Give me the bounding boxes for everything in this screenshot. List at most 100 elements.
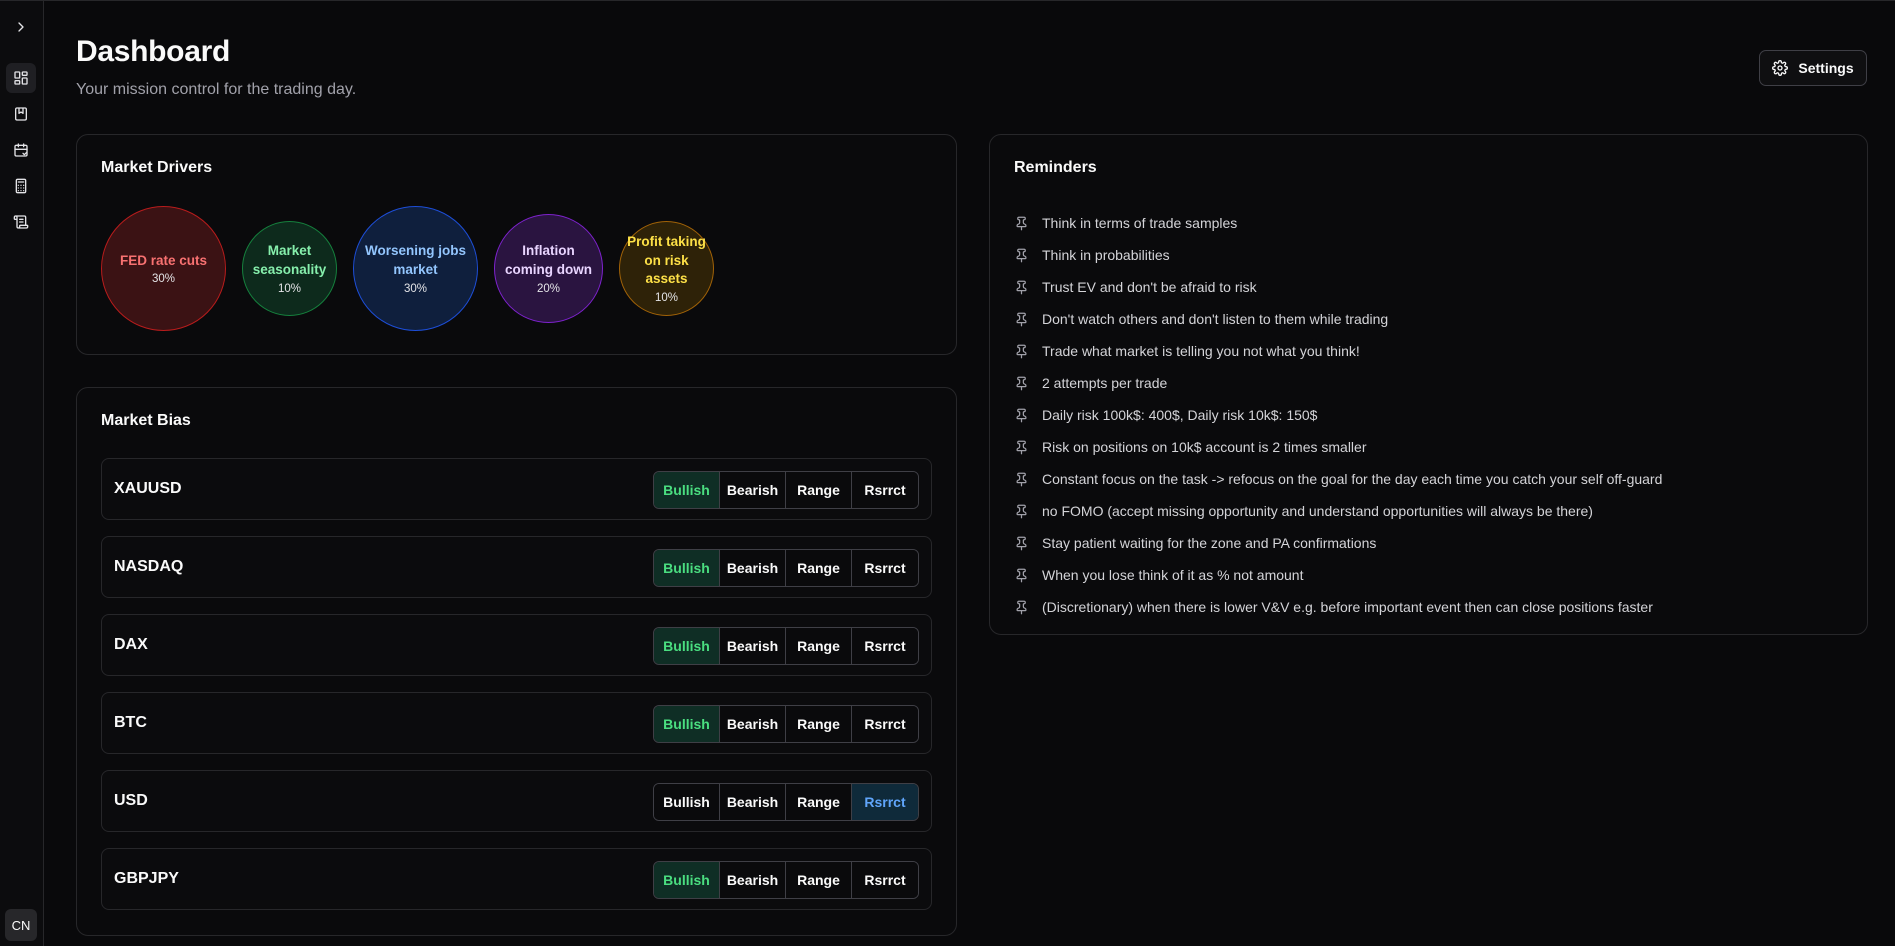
settings-button[interactable]: Settings: [1759, 50, 1867, 86]
reminder-text: 2 attempts per trade: [1042, 375, 1168, 391]
sidebar-item-calculator[interactable]: [6, 171, 36, 201]
bias-row: USD Bullish Bearish Range Rsrrct: [101, 770, 932, 832]
bias-option-bearish[interactable]: Bearish: [720, 784, 786, 820]
reminder-text: Daily risk 100k$: 400$, Daily risk 10k$:…: [1042, 407, 1318, 423]
gear-icon: [1772, 60, 1789, 76]
bias-toggle-group: Bullish Bearish Range Rsrrct: [653, 705, 919, 743]
bias-option-bullish[interactable]: Bullish: [654, 784, 720, 820]
reminders-card: Reminders Think in terms of trade sample…: [989, 134, 1868, 635]
bias-toggle-group: Bullish Bearish Range Rsrrct: [653, 861, 919, 899]
bias-row: NASDAQ Bullish Bearish Range Rsrrct: [101, 536, 932, 598]
reminder-item: Daily risk 100k$: 400$, Daily risk 10k$:…: [1014, 407, 1317, 423]
pin-icon[interactable]: [1014, 280, 1029, 295]
reminder-item: Trust EV and don't be afraid to risk: [1014, 279, 1257, 295]
reminder-item: 2 attempts per trade: [1014, 375, 1167, 391]
calculator-icon: [15, 178, 27, 194]
pin-icon[interactable]: [1014, 600, 1029, 615]
bias-symbol: BTC: [114, 714, 147, 731]
reminder-item: no FOMO (accept missing opportunity and …: [1014, 503, 1593, 519]
reminder-text: Trade what market is telling you not wha…: [1042, 343, 1360, 359]
pin-icon[interactable]: [1014, 408, 1029, 423]
pin-icon[interactable]: [1014, 440, 1029, 455]
bias-option-bullish[interactable]: Bullish: [654, 628, 720, 664]
bias-option-bullish[interactable]: Bullish: [654, 706, 720, 742]
bias-row: GBPJPY Bullish Bearish Range Rsrrct: [101, 848, 932, 910]
sidebar-item-dashboard[interactable]: [6, 63, 36, 93]
driver-bubble[interactable]: Worsening jobs market 30%: [353, 206, 478, 331]
avatar[interactable]: CN: [5, 909, 37, 941]
reminder-text: Think in probabilities: [1042, 247, 1170, 263]
bias-option-bullish[interactable]: Bullish: [654, 862, 720, 898]
bias-symbol: GBPJPY: [114, 870, 179, 887]
bias-symbol: USD: [114, 792, 148, 809]
bias-option-bearish[interactable]: Bearish: [720, 628, 786, 664]
reminder-text: Trust EV and don't be afraid to risk: [1042, 279, 1257, 295]
bias-option-rsrrct[interactable]: Rsrrct: [852, 784, 918, 820]
bias-option-range[interactable]: Range: [786, 862, 852, 898]
driver-bubble[interactable]: Profit taking on risk assets 10%: [619, 221, 714, 316]
reminder-item: Think in terms of trade samples: [1014, 215, 1237, 231]
bias-option-bearish[interactable]: Bearish: [720, 862, 786, 898]
sidebar-item-calendar[interactable]: [6, 135, 36, 165]
bias-option-range[interactable]: Range: [786, 550, 852, 586]
scroll-icon: [13, 215, 29, 229]
reminder-item: Don't watch others and don't listen to t…: [1014, 311, 1388, 327]
sidebar: CN: [0, 1, 44, 946]
pin-icon[interactable]: [1014, 376, 1029, 391]
reminder-item: Trade what market is telling you not wha…: [1014, 343, 1360, 359]
sidebar-item-rules[interactable]: [6, 207, 36, 237]
bias-option-rsrrct[interactable]: Rsrrct: [852, 472, 918, 508]
calendar-icon: [14, 143, 28, 157]
bias-option-rsrrct[interactable]: Rsrrct: [852, 862, 918, 898]
driver-percent: 10%: [654, 292, 679, 305]
bias-option-bullish[interactable]: Bullish: [654, 550, 720, 586]
bias-option-range[interactable]: Range: [786, 628, 852, 664]
page-subtitle: Your mission control for the trading day…: [76, 81, 357, 98]
reminder-text: Think in terms of trade samples: [1042, 215, 1238, 231]
pin-icon[interactable]: [1014, 216, 1029, 231]
bias-row: BTC Bullish Bearish Range Rsrrct: [101, 692, 932, 754]
reminder-item: Risk on positions on 10k$ account is 2 t…: [1014, 439, 1366, 455]
bias-option-rsrrct[interactable]: Rsrrct: [852, 706, 918, 742]
reminder-text: no FOMO (accept missing opportunity and …: [1042, 503, 1593, 519]
pin-icon[interactable]: [1014, 536, 1029, 551]
bias-option-bullish[interactable]: Bullish: [654, 472, 720, 508]
bias-option-bearish[interactable]: Bearish: [720, 706, 786, 742]
driver-bubble[interactable]: Market seasonality 10%: [242, 221, 337, 316]
bias-option-bearish[interactable]: Bearish: [720, 472, 786, 508]
bias-option-range[interactable]: Range: [786, 706, 852, 742]
pin-icon[interactable]: [1014, 472, 1029, 487]
market-bias-card: Market Bias XAUUSD Bullish Bearish Range Rsr…: [76, 387, 957, 936]
expand-sidebar-button[interactable]: [6, 12, 36, 42]
bias-option-range[interactable]: Range: [786, 784, 852, 820]
bias-option-bearish[interactable]: Bearish: [720, 550, 786, 586]
dashboard-icon: [14, 71, 28, 85]
bias-row: XAUUSD Bullish Bearish Range Rsrrct: [101, 458, 932, 520]
bias-option-range[interactable]: Range: [786, 472, 852, 508]
driver-label: Inflation coming down: [505, 243, 592, 277]
page-title: Dashboard: [76, 35, 230, 68]
driver-bubble[interactable]: Inflation coming down 20%: [494, 214, 603, 323]
pin-icon[interactable]: [1014, 344, 1029, 359]
pin-icon[interactable]: [1014, 504, 1029, 519]
pin-icon[interactable]: [1014, 312, 1029, 327]
pin-icon[interactable]: [1014, 248, 1029, 263]
driver-label: Profit taking on risk assets: [627, 233, 706, 287]
bias-toggle-group: Bullish Bearish Range Rsrrct: [653, 783, 919, 821]
driver-percent: 20%: [536, 282, 561, 295]
bias-symbol: DAX: [114, 636, 148, 653]
chevron-right-icon: [18, 22, 24, 32]
pin-icon[interactable]: [1014, 568, 1029, 583]
bias-toggle-group: Bullish Bearish Range Rsrrct: [653, 471, 919, 509]
reminder-item: Think in probabilities: [1014, 247, 1170, 263]
reminder-item: Constant focus on the task -> refocus on…: [1014, 471, 1662, 487]
bias-option-rsrrct[interactable]: Rsrrct: [852, 550, 918, 586]
reminder-text: Constant focus on the task -> refocus on…: [1042, 471, 1663, 487]
bias-option-rsrrct[interactable]: Rsrrct: [852, 628, 918, 664]
reminder-text: Risk on positions on 10k$ account is 2 t…: [1042, 439, 1367, 455]
driver-bubble[interactable]: FED rate cuts 30%: [101, 206, 226, 331]
sidebar-item-journal[interactable]: [6, 99, 36, 129]
reminder-item: (Discretionary) when there is lower V&V …: [1014, 599, 1653, 615]
market-drivers-title: Market Drivers: [101, 159, 213, 176]
notebook-icon: [15, 107, 27, 121]
